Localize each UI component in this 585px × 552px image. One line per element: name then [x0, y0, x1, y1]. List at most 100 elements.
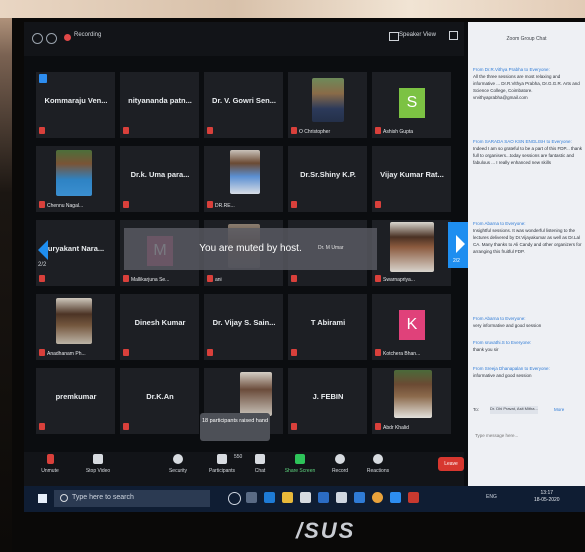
windows-taskbar: Type here to search ENG 13:17 18-05-2020 — [24, 486, 585, 512]
chat-sender: From Dr.R.Vithya Prabha to Everyone: — [473, 67, 550, 72]
participant-tile[interactable]: Dr. Vijay S. Sain... — [204, 294, 283, 360]
share-screen-button[interactable]: Share Screen — [278, 454, 322, 474]
participant-tile[interactable]: premkumar — [36, 368, 115, 434]
word-icon[interactable] — [354, 492, 365, 503]
speaker-view-icon[interactable] — [389, 32, 399, 41]
system-tray-lang[interactable]: ENG — [486, 494, 497, 500]
chat-recipient-dropdown[interactable]: Dr. Dhi Pravat, Asit Mitha... — [490, 406, 538, 414]
system-clock[interactable]: 13:17 18-05-2020 — [534, 490, 560, 504]
chat-more-button[interactable]: More — [554, 407, 564, 412]
info-icon[interactable] — [32, 33, 43, 44]
chat-text: thank you sir — [473, 347, 499, 352]
shield-icon[interactable] — [46, 33, 57, 44]
muted-by-name: Dr. M Umar — [318, 245, 344, 251]
fullscreen-icon[interactable] — [449, 31, 458, 40]
windows-start-icon[interactable] — [38, 494, 47, 503]
chat-sender: From Abarna to Everyone: — [473, 221, 526, 226]
muted-mic-icon — [39, 275, 45, 282]
cortana-icon[interactable] — [228, 492, 241, 505]
muted-mic-icon — [39, 127, 45, 134]
participant-tile[interactable]: Anadhanam Ph... — [36, 294, 115, 360]
participant-tile[interactable]: Abdr Khalid — [372, 368, 451, 434]
muted-mic-icon — [375, 349, 381, 356]
participant-name: Dr. Vijay S. Sain... — [212, 318, 276, 327]
participants-icon — [217, 454, 227, 464]
participant-tile[interactable]: Swarnapriya... — [372, 220, 451, 286]
zoom-icon[interactable] — [390, 492, 401, 503]
muted-mic-icon — [291, 127, 297, 134]
muted-mic-icon — [123, 349, 129, 356]
participant-tile[interactable]: Kommaraju Ven... — [36, 72, 115, 138]
chat-text: informative and good session — [473, 373, 532, 378]
participant-name: J. FEBIN — [312, 392, 344, 401]
participant-tile[interactable]: Dr.k. Uma para... — [120, 146, 199, 212]
participant-tile[interactable]: Dr. V. Gowri Sen... — [204, 72, 283, 138]
participant-name: Dr.Sr.Shiny K.P. — [300, 170, 356, 179]
security-button[interactable]: Security — [156, 454, 200, 474]
participant-tile[interactable]: T Abirami — [288, 294, 367, 360]
share-screen-icon — [295, 454, 305, 464]
participant-tile[interactable]: O Christopher — [288, 72, 367, 138]
edge-icon[interactable] — [264, 492, 275, 503]
participant-tile[interactable]: K Kotchera Bhan... — [372, 294, 451, 360]
participant-tile[interactable]: Vijay Kumar Rat... — [372, 146, 451, 212]
store-icon[interactable] — [300, 492, 311, 503]
raised-hands-text: 18 participants raised hand — [201, 418, 269, 424]
participant-label: Anadhanam Ph... — [47, 351, 86, 357]
reactions-button[interactable]: Reactions — [356, 454, 400, 474]
muted-mic-icon — [291, 349, 297, 356]
participant-name: Dr.K.An — [146, 392, 174, 401]
clock-time: 13:17 — [540, 490, 554, 496]
record-label: Record — [331, 468, 349, 474]
file-explorer-icon[interactable] — [282, 492, 293, 503]
chat-label: Chat — [254, 468, 266, 474]
task-view-icon[interactable] — [246, 492, 257, 503]
participant-video — [230, 150, 260, 194]
avatar: S — [399, 88, 425, 118]
chat-message: From SARADA SAO KSN ENGLISH to Everyone:… — [473, 138, 583, 166]
participant-tile[interactable]: nityananda patn... — [120, 72, 199, 138]
chat-message: From Dr.R.Vithya Prabha to Everyone: All… — [473, 66, 583, 101]
chat-input[interactable] — [473, 427, 581, 443]
muted-mic-icon — [123, 423, 129, 430]
search-icon — [60, 494, 68, 502]
asus-logo: /SUS — [296, 518, 356, 543]
participant-tile[interactable]: Dr.K.An — [120, 368, 199, 434]
participant-tile[interactable]: Chennu Nagal... — [36, 146, 115, 212]
recording-icon — [64, 34, 71, 41]
previous-page-arrow-icon[interactable] — [38, 240, 48, 260]
muted-mic-icon — [207, 275, 213, 282]
muted-microphone-icon — [46, 454, 54, 464]
participant-tile[interactable]: S Ashish Gupta — [372, 72, 451, 138]
muted-mic-icon — [123, 127, 129, 134]
participant-video — [56, 298, 92, 344]
muted-mic-icon — [207, 127, 213, 134]
leave-button[interactable]: Leave — [438, 457, 464, 471]
participant-tile[interactable]: DR.RE... — [204, 146, 283, 212]
chrome-icon[interactable] — [372, 492, 383, 503]
participant-label: ani — [215, 277, 222, 283]
muted-mic-icon — [375, 275, 381, 282]
recording-label: Recording — [74, 32, 102, 38]
muted-mic-icon — [375, 423, 381, 430]
muted-mic-icon — [207, 201, 213, 208]
stop-video-button[interactable]: Stop Video — [76, 454, 120, 474]
monitor-screen: Recording Speaker View Kommaraju Ven... … — [24, 22, 585, 512]
video-camera-icon — [93, 454, 103, 464]
participant-tile[interactable]: Dr.Sr.Shiny K.P. — [288, 146, 367, 212]
photos-icon[interactable] — [336, 492, 347, 503]
participant-tile[interactable]: J. FEBIN — [288, 368, 367, 434]
muted-mic-icon — [39, 201, 45, 208]
muted-mic-icon — [39, 349, 45, 356]
reactions-label: Reactions — [366, 468, 390, 474]
stop-video-label: Stop Video — [85, 468, 111, 474]
security-label: Security — [168, 468, 188, 474]
powerpoint-icon[interactable] — [408, 492, 419, 503]
participant-tile[interactable]: Dinesh Kumar — [120, 294, 199, 360]
chat-button[interactable]: Chat — [238, 454, 282, 474]
participant-label: DR.RE... — [215, 203, 235, 209]
unmute-button[interactable]: Unmute — [28, 454, 72, 474]
mail-icon[interactable] — [318, 492, 329, 503]
speaker-view-button[interactable]: Speaker View — [399, 32, 436, 38]
chat-panel: Zoom Group Chat From Dr.R.Vithya Prabha … — [468, 22, 585, 486]
